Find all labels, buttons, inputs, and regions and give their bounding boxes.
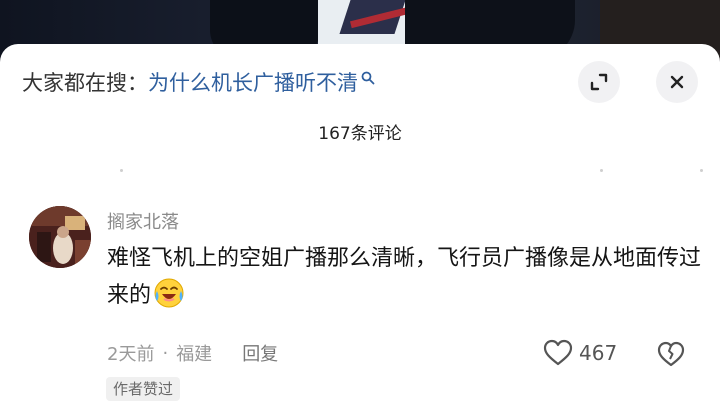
comment-body: 难怪飞机上的空姐广播那么清晰，飞行员广播像是从地面传过来的 [107,246,702,308]
avatar[interactable] [29,206,91,268]
expand-button[interactable] [578,61,620,103]
expand-icon [589,72,609,92]
comments-count: 167条评论 [318,124,402,144]
reply-button[interactable]: 回复 [242,340,278,366]
close-button[interactable] [656,61,698,103]
search-icon [361,70,375,85]
search-suggestion[interactable]: 大家都在搜： 为什么机长广播听不清 [22,66,375,98]
comments-sheet: 大家都在搜： 为什么机长广播听不清 167条评论 搁家北落 难怪飞机上的空姐广播… [0,44,720,405]
comment-meta: 2天前 · 福建 回复 [107,340,278,366]
crying-laughing-emoji-icon [153,277,185,309]
like-count: 467 [579,341,618,365]
author-liked-badge: 作者赞过 [106,377,181,401]
broken-heart-icon [657,340,685,368]
like-button[interactable]: 467 [543,339,617,367]
meta-separator: · [162,342,169,364]
search-prefix-label: 大家都在搜： [22,71,148,95]
dislike-button[interactable] [657,340,685,368]
comment-username[interactable]: 搁家北落 [107,208,179,234]
comment-location: 福建 [176,344,213,365]
comment-time: 2天前 [107,344,155,365]
comment-text: 难怪飞机上的空姐广播那么清晰，飞行员广播像是从地面传过来的 [107,240,707,314]
close-icon [667,72,687,92]
heart-icon [543,339,573,367]
search-query-link[interactable]: 为什么机长广播听不清 [148,67,358,97]
divider-dots [0,169,720,173]
